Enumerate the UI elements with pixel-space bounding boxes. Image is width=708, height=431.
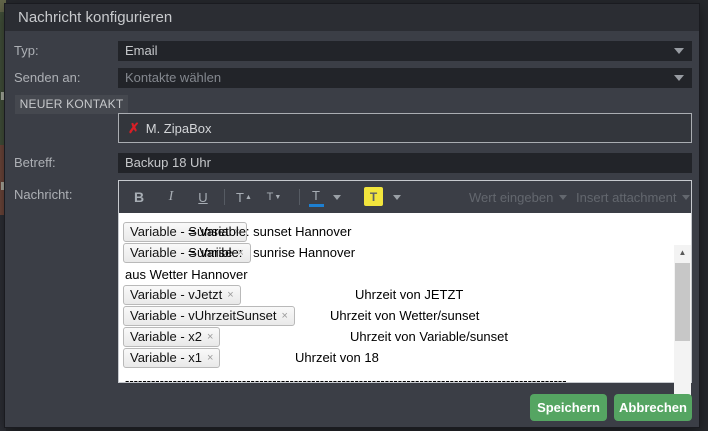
- editor-row: Variable - x2 × Uhrzeit von Variable/suns…: [119, 327, 691, 347]
- cancel-button[interactable]: Abbrechen: [614, 394, 692, 421]
- message-label: Nachricht:: [14, 187, 73, 202]
- variable-chip-label: Variable - x2: [130, 329, 203, 344]
- editor-text: Uhrzeit von Variable/sunset: [350, 329, 509, 344]
- editor-row: Variable - Sunrise × = Varible: sunrise H…: [119, 243, 691, 263]
- editor-text: = Variable: sunset Hannover: [188, 224, 352, 239]
- editor-row: ----------------------------------------…: [119, 370, 567, 390]
- font-size-down-arrow-icon: ▼: [274, 193, 282, 201]
- chevron-down-icon: [674, 48, 684, 54]
- insert-value-dropdown[interactable]: Wert eingeben: [469, 187, 568, 207]
- bold-icon[interactable]: B: [131, 187, 147, 207]
- editor-toolbar: B I U T ▲ T ▼ T T Wert eingeben Insert att…: [119, 181, 691, 213]
- variable-chip-label: Variable - vJetzt: [130, 287, 223, 302]
- chip-remove-icon[interactable]: ×: [207, 331, 213, 343]
- editor-row: Variable - x1 × Uhrzeit von 18: [119, 348, 691, 368]
- variable-chip[interactable]: Variable - x1 ×: [123, 348, 221, 368]
- message-editor: B I U T ▲ T ▼ T T Wert eingeben Insert att…: [118, 180, 692, 414]
- editor-text: aus Wetter Hannover: [125, 266, 248, 282]
- toolbar-divider: [299, 189, 300, 205]
- selected-contacts-box[interactable]: ✗ M. ZipaBox: [118, 113, 692, 143]
- remove-contact-icon[interactable]: ✗: [128, 120, 140, 137]
- font-size-down-icon[interactable]: T ▼: [263, 187, 285, 207]
- scrollbar-thumb[interactable]: [675, 263, 690, 341]
- font-size-up-icon[interactable]: T ▲: [233, 187, 255, 207]
- variable-chip[interactable]: Variable - x2 ×: [123, 327, 221, 347]
- chip-remove-icon[interactable]: ×: [207, 352, 213, 364]
- editor-text: ----------------------------------------…: [125, 372, 567, 388]
- send-to-label: Senden an:: [14, 70, 81, 85]
- insert-value-label: Wert eingeben: [469, 189, 554, 205]
- editor-text: Uhrzeit von 18: [295, 350, 379, 365]
- editor-content[interactable]: Variable - Sunset × = Variable: sunset Ha…: [119, 213, 691, 414]
- chevron-down-icon[interactable]: [390, 187, 404, 207]
- editor-text: = Varible: sunrise Hannover: [188, 245, 356, 260]
- italic-icon[interactable]: I: [163, 187, 179, 207]
- subject-label: Betreff:: [14, 155, 56, 170]
- text-color-icon[interactable]: T: [307, 187, 325, 207]
- font-size-up-arrow-icon: ▲: [245, 193, 252, 201]
- variable-chip-label: Variable - vUhrzeitSunset: [130, 308, 277, 323]
- font-size-down-letter: T: [266, 191, 274, 203]
- insert-attachment-dropdown[interactable]: Insert attachment: [576, 187, 691, 207]
- editor-row: Variable - Sunset × = Variable: sunset Ha…: [119, 222, 691, 242]
- variable-chip[interactable]: Variable - vUhrzeitSunset ×: [123, 306, 295, 326]
- editor-row: Variable - vJetzt × Uhrzeit von JETZT: [119, 285, 691, 305]
- insert-attachment-label: Insert attachment: [576, 189, 677, 205]
- chevron-down-icon: [674, 75, 684, 81]
- chevron-down-icon[interactable]: [330, 187, 344, 207]
- variable-chip-label: Variable - x1: [130, 350, 203, 365]
- chevron-down-icon: [682, 194, 691, 200]
- contact-chip-name: M. ZipaBox: [145, 120, 212, 136]
- toolbar-divider: [224, 189, 225, 205]
- subject-input[interactable]: Backup 18 Uhr: [118, 153, 692, 173]
- text-color-letter: T: [312, 187, 320, 203]
- message-configure-dialog: Nachricht konfigurieren Typ: Email Sende…: [5, 4, 699, 427]
- variable-chip[interactable]: Variable - vJetzt ×: [123, 285, 241, 305]
- save-button[interactable]: Speichern: [530, 394, 607, 421]
- type-select[interactable]: Email: [118, 41, 692, 61]
- new-contact-button[interactable]: NEUER KONTAKT: [15, 95, 128, 114]
- text-color-bar: [308, 203, 324, 207]
- chip-remove-icon[interactable]: ×: [281, 310, 287, 322]
- type-label: Typ:: [14, 43, 39, 58]
- dialog-title: Nachricht konfigurieren: [5, 4, 699, 31]
- underline-icon[interactable]: U: [195, 187, 211, 207]
- subject-input-value: Backup 18 Uhr: [125, 155, 211, 170]
- editor-scrollbar[interactable]: ▲ ▼: [674, 245, 691, 414]
- highlight-color-icon[interactable]: T: [364, 187, 383, 206]
- editor-row: aus Wetter Hannover: [119, 264, 691, 284]
- chip-remove-icon[interactable]: ×: [227, 289, 233, 301]
- editor-row: Variable - vUhrzeitSunset × Uhrzeit von W…: [119, 306, 691, 326]
- type-select-value: Email: [125, 43, 158, 58]
- contacts-select[interactable]: Kontakte wählen: [118, 68, 692, 88]
- font-size-up-letter: T: [236, 189, 244, 205]
- scroll-up-icon[interactable]: ▲: [674, 245, 691, 260]
- editor-text: Uhrzeit von JETZT: [355, 287, 464, 302]
- contacts-select-placeholder: Kontakte wählen: [125, 70, 222, 85]
- chevron-down-icon: [559, 194, 568, 200]
- editor-text: Uhrzeit von Wetter/sunset: [330, 308, 480, 323]
